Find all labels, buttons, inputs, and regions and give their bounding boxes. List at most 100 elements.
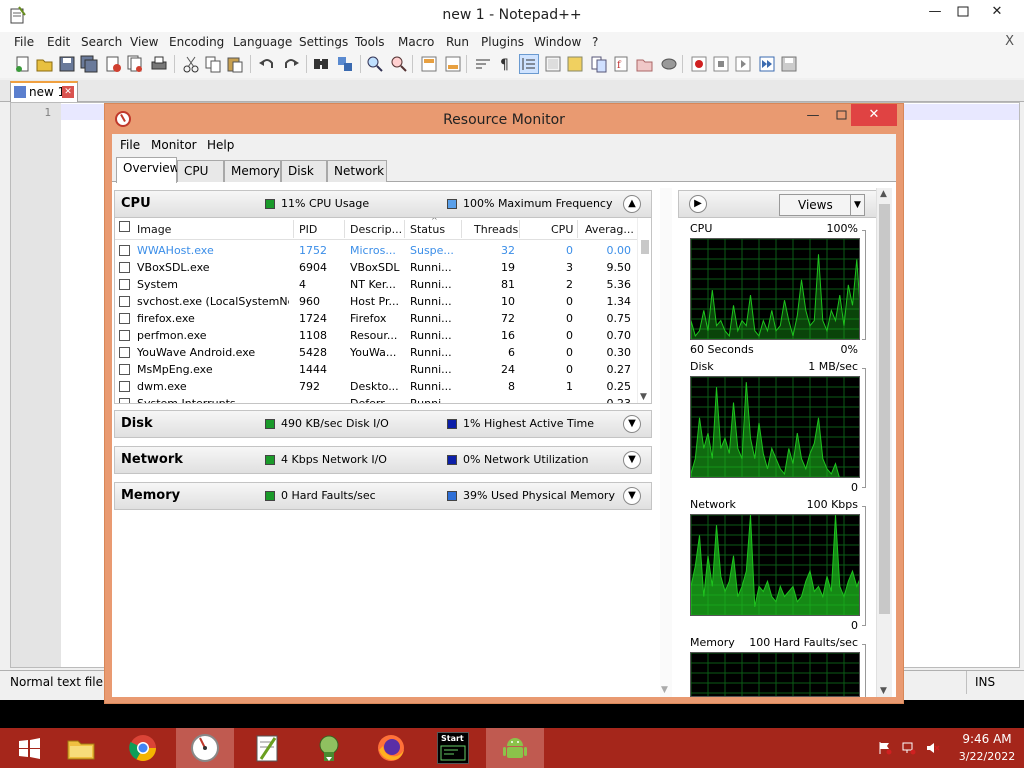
- clock-time[interactable]: 9:46 AM: [956, 732, 1018, 746]
- left-pane-scrollbar[interactable]: ▼: [660, 188, 672, 697]
- row-checkbox[interactable]: [119, 296, 130, 307]
- expand-memory-chevron-down-icon[interactable]: ▼: [623, 487, 641, 505]
- scroll-down-arrow-icon[interactable]: ▼: [661, 685, 668, 695]
- new-file-icon[interactable]: [14, 55, 32, 73]
- row-checkbox[interactable]: [119, 262, 130, 273]
- doc-map-icon[interactable]: [566, 55, 584, 73]
- views-dropdown-arrow-icon[interactable]: ▼: [850, 195, 864, 215]
- taskbar-network-tool[interactable]: [300, 728, 358, 768]
- open-file-icon[interactable]: [36, 55, 54, 73]
- column-image[interactable]: Image: [137, 223, 171, 236]
- play-macro-icon[interactable]: [734, 55, 752, 73]
- taskbar-file-explorer[interactable]: [52, 728, 110, 768]
- close-file-icon[interactable]: [104, 55, 122, 73]
- paste-icon[interactable]: [226, 55, 244, 73]
- menu-window[interactable]: Window: [534, 35, 581, 49]
- scroll-up-arrow-icon[interactable]: ▲: [880, 189, 887, 199]
- indent-guide-icon[interactable]: [519, 54, 539, 74]
- tab-overview[interactable]: Overview: [116, 157, 180, 183]
- tab-new-1[interactable]: new 1 ✕: [10, 81, 78, 102]
- column-description[interactable]: Descrip...: [350, 223, 402, 236]
- column-cpu[interactable]: CPU: [551, 223, 573, 236]
- tab-cpu[interactable]: CPU: [177, 160, 224, 182]
- zoom-out-icon[interactable]: [390, 55, 408, 73]
- graphs-scrollbar[interactable]: ▲ ▼: [876, 188, 892, 697]
- taskbar-firefox[interactable]: [362, 728, 420, 768]
- undo-icon[interactable]: [258, 55, 276, 73]
- network-status-icon[interactable]: [902, 741, 916, 755]
- row-checkbox[interactable]: [119, 330, 130, 341]
- copy-icon[interactable]: [204, 55, 222, 73]
- views-dropdown[interactable]: Views ▼: [779, 194, 865, 216]
- table-row[interactable]: perfmon.exe 1108 Resour... Runni... 16 0 0.70: [115, 327, 651, 344]
- menu-help[interactable]: Help: [207, 138, 234, 152]
- udl-icon[interactable]: [544, 55, 562, 73]
- tab-close-icon[interactable]: ✕: [62, 86, 74, 98]
- column-pid[interactable]: PID: [299, 223, 317, 236]
- column-threads[interactable]: Threads: [474, 223, 518, 236]
- function-list-icon[interactable]: f: [612, 55, 630, 73]
- word-wrap-icon[interactable]: [474, 55, 492, 73]
- scroll-down-arrow-icon[interactable]: ▼: [640, 392, 647, 402]
- taskbar-chrome[interactable]: [114, 728, 172, 768]
- clock-date[interactable]: 3/22/2022: [956, 750, 1018, 763]
- action-center-flag-icon[interactable]: [878, 741, 892, 755]
- folder-workspace-icon[interactable]: [636, 55, 654, 73]
- disk-section-header[interactable]: Disk 490 KB/sec Disk I/O 1% Highest Acti…: [114, 410, 652, 438]
- row-checkbox[interactable]: [119, 279, 130, 290]
- menu-file[interactable]: File: [14, 35, 34, 49]
- expand-network-chevron-down-icon[interactable]: ▼: [623, 451, 641, 469]
- row-checkbox[interactable]: [119, 381, 130, 392]
- cut-icon[interactable]: [182, 55, 200, 73]
- close-button[interactable]: ✕: [980, 0, 1014, 26]
- menu-macro[interactable]: Macro: [398, 35, 434, 49]
- doc-list-icon[interactable]: [590, 55, 608, 73]
- row-checkbox[interactable]: [119, 398, 130, 403]
- row-checkbox[interactable]: [119, 364, 130, 375]
- resmon-close-button[interactable]: ✕: [851, 104, 897, 126]
- save-all-icon[interactable]: [80, 55, 98, 73]
- table-row[interactable]: System 4 NT Ker... Runni... 81 2 5.36: [115, 276, 651, 293]
- stop-macro-icon[interactable]: [712, 55, 730, 73]
- taskbar-notepad-plus-plus[interactable]: [238, 728, 296, 768]
- row-checkbox[interactable]: [119, 347, 130, 358]
- menu-tools[interactable]: Tools: [355, 35, 385, 49]
- menu-view[interactable]: View: [130, 35, 158, 49]
- collapse-graphs-arrow-icon[interactable]: ▶: [689, 195, 707, 213]
- select-all-checkbox[interactable]: [119, 221, 130, 232]
- close-all-icon[interactable]: [126, 55, 144, 73]
- table-row[interactable]: firefox.exe 1724 Firefox Runni... 72 0 0.75: [115, 310, 651, 327]
- collapse-cpu-chevron-up-icon[interactable]: ▲: [623, 195, 641, 213]
- find-icon[interactable]: [312, 55, 330, 73]
- taskbar-console[interactable]: Start: [424, 728, 482, 768]
- table-row[interactable]: svchost.exe (LocalSystemNet... 960 Host Pr…: [115, 293, 651, 310]
- scrollbar-thumb[interactable]: [641, 240, 649, 254]
- run-macro-multiple-icon[interactable]: [758, 55, 776, 73]
- menu-plugins[interactable]: Plugins: [481, 35, 524, 49]
- maximize-button[interactable]: [946, 0, 980, 26]
- start-button[interactable]: [0, 728, 58, 768]
- tab-memory[interactable]: Memory: [224, 160, 281, 182]
- scrollbar-thumb[interactable]: [879, 204, 890, 614]
- taskbar-resource-monitor[interactable]: [176, 728, 234, 768]
- tab-disk[interactable]: Disk: [281, 160, 327, 182]
- memory-section-header[interactable]: Memory 0 Hard Faults/sec 39% Used Physic…: [114, 482, 652, 510]
- monitoring-icon[interactable]: [660, 55, 678, 73]
- save-macro-icon[interactable]: [780, 55, 798, 73]
- column-status[interactable]: Status: [410, 223, 445, 236]
- table-row[interactable]: YouWave Android.exe 5428 YouWa... Runni... 6…: [115, 344, 651, 361]
- table-row[interactable]: WWAHost.exe 1752 Micros... Suspe... 32 0 0.00: [115, 242, 651, 259]
- menu-help[interactable]: ?: [592, 35, 598, 49]
- redo-icon[interactable]: [282, 55, 300, 73]
- volume-muted-icon[interactable]: [926, 741, 940, 755]
- process-table-scrollbar[interactable]: ▼: [637, 218, 651, 403]
- sync-vertical-icon[interactable]: [420, 55, 438, 73]
- save-icon[interactable]: [58, 55, 76, 73]
- table-row[interactable]: VBoxSDL.exe 6904 VBoxSDL Runni... 19 3 9.50: [115, 259, 651, 276]
- close-document-button[interactable]: X: [1005, 34, 1014, 49]
- resmon-minimize-button[interactable]: —: [799, 106, 827, 126]
- tab-network[interactable]: Network: [327, 160, 387, 182]
- menu-encoding[interactable]: Encoding: [169, 35, 224, 49]
- table-row[interactable]: System Interrupts Deferr... Runni... 0.23: [115, 395, 651, 403]
- sync-horizontal-icon[interactable]: [444, 55, 462, 73]
